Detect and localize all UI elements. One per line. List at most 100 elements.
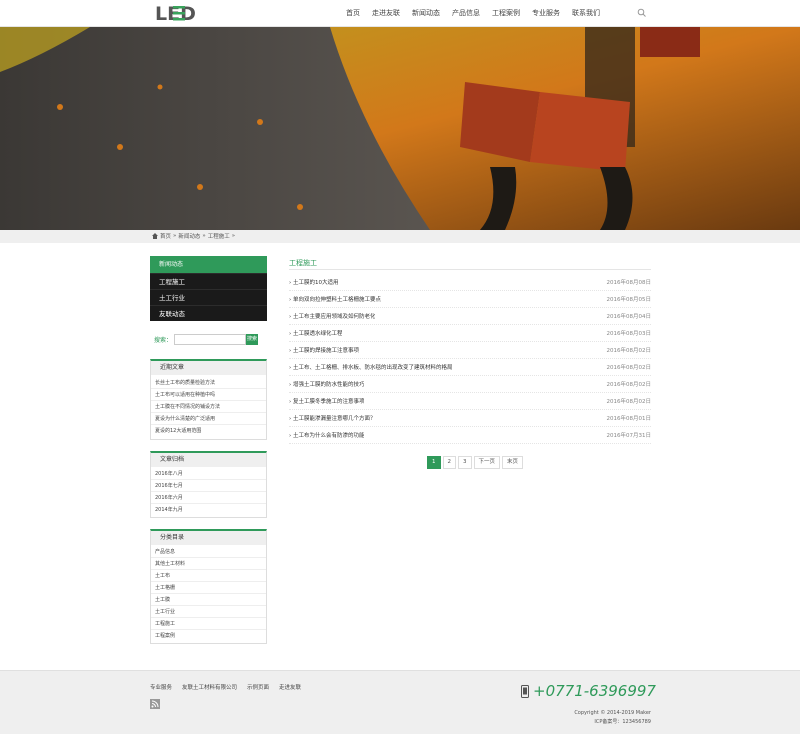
- list-item[interactable]: 工程案例: [151, 630, 266, 642]
- nav-services[interactable]: 专业服务: [526, 0, 566, 27]
- post-title[interactable]: 土工膜能渗漏量注意哪几个方面？: [293, 416, 376, 422]
- widget-title: 分类目录: [151, 531, 266, 545]
- post-date: 2016年08月05日: [606, 297, 652, 303]
- search-button[interactable]: 搜索: [246, 333, 259, 345]
- phone-number: +0771-6396997: [521, 682, 656, 700]
- last-page-button[interactable]: 末页: [502, 456, 524, 469]
- list-item[interactable]: 2014年九月: [151, 504, 266, 516]
- main-nav: 首页 走进友联 新闻动态 产品信息 工程案例 专业服务 联系我们: [340, 0, 606, 27]
- sidebar-nav: 新闻动态 工程施工 土工行业 友联动态: [150, 256, 267, 321]
- archives-widget: 文章归档 2016年八月 2016年七月 2016年六月 2014年九月: [150, 451, 267, 518]
- post-date: 2016年08月02日: [606, 365, 652, 371]
- list-item[interactable]: 2016年七月: [151, 480, 266, 492]
- breadcrumb-separator: »: [202, 233, 206, 239]
- list-item[interactable]: › 土工布为什么会有防渗的功能 2016年07月31日: [289, 427, 651, 444]
- home-icon: [152, 233, 158, 239]
- post-title[interactable]: 土工膜的焊接施工注意事项: [293, 348, 359, 354]
- list-item[interactable]: › 复土工膜冬季施工的注意事项 2016年08月02日: [289, 393, 651, 410]
- post-date: 2016年08月03日: [606, 331, 652, 337]
- breadcrumb: 首页» 新闻动态» 工程施工»: [152, 232, 235, 240]
- list-item[interactable]: 产品信息: [151, 546, 266, 558]
- list-item[interactable]: 土工布: [151, 570, 266, 582]
- post-title[interactable]: 增强土工膜的防水性能的技巧: [293, 382, 365, 388]
- list-item[interactable]: › 土工膜能渗漏量注意哪几个方面？ 2016年08月01日: [289, 410, 651, 427]
- next-page-button[interactable]: 下一页: [473, 456, 501, 469]
- list-item[interactable]: 土工行业: [151, 606, 266, 618]
- breadcrumb-separator: »: [173, 233, 177, 239]
- phone-icon: [521, 684, 529, 698]
- post-title[interactable]: 单向双向拉伸塑料土工格栅施工要点: [293, 297, 381, 303]
- post-date: 2016年07月31日: [606, 433, 652, 439]
- post-date: 2016年08月04日: [606, 314, 652, 320]
- post-date: 2016年08月02日: [606, 348, 652, 354]
- list-item[interactable]: › 土工布主要应用领域及如何防老化 2016年08月04日: [289, 308, 651, 325]
- site-logo[interactable]: LED: [155, 3, 211, 23]
- widget-title: 文章归档: [151, 453, 266, 467]
- list-item[interactable]: › 土工膜的10大适用 2016年08月08日: [289, 274, 651, 291]
- list-item[interactable]: 2016年八月: [151, 468, 266, 480]
- list-item[interactable]: 土工格栅: [151, 582, 266, 594]
- list-item[interactable]: 土工膜: [151, 594, 266, 606]
- search-input[interactable]: [174, 333, 247, 345]
- post-title[interactable]: 土工布为什么会有防渗的功能: [293, 433, 365, 439]
- banner-image: [0, 27, 800, 230]
- list-item[interactable]: › 土工布、土工格栅、排水板、防水毯的出现改变了建筑材料的格局 2016年08月0…: [289, 359, 651, 376]
- post-date: 2016年08月08日: [606, 280, 652, 286]
- nav-products[interactable]: 产品信息: [446, 0, 486, 27]
- search-icon[interactable]: [637, 8, 647, 18]
- post-title[interactable]: 土工膜的10大适用: [293, 280, 339, 286]
- nav-about[interactable]: 走进友联: [366, 0, 406, 27]
- sidebar-item-company-news[interactable]: 友联动态: [150, 305, 267, 321]
- list-item[interactable]: › 土工膜的焊接施工注意事项 2016年08月02日: [289, 342, 651, 359]
- post-title[interactable]: 土工布、土工格栅、排水板、防水毯的出现改变了建筑材料的格局: [293, 365, 453, 371]
- list-item[interactable]: 其他土工材料: [151, 558, 266, 570]
- search-label: 搜索：: [154, 336, 173, 344]
- list-item[interactable]: 2016年六月: [151, 492, 266, 504]
- breadcrumb-bar: 首页» 新闻动态» 工程施工»: [0, 230, 800, 243]
- rss-icon[interactable]: [150, 699, 160, 709]
- icp-text: ICP备案号：123456789: [594, 719, 651, 725]
- sidebar-nav-title: 新闻动态: [150, 256, 267, 273]
- site-footer: 专业服务 友联土工材料有限公司 示例页面 走进友联 +0771-6396997 …: [0, 670, 800, 734]
- breadcrumb-home[interactable]: 首页: [160, 232, 171, 240]
- sidebar: 新闻动态 工程施工 土工行业 友联动态 搜索： 搜索 近期文章 长丝土工布的质量…: [150, 256, 267, 644]
- list-item[interactable]: › 土工膜透水绿化工程 2016年08月03日: [289, 325, 651, 342]
- list-item[interactable]: 夏设的12大适用范围: [151, 425, 266, 437]
- list-item[interactable]: 长丝土工布的质量检验方法: [151, 377, 266, 389]
- categories-widget: 分类目录 产品信息 其他土工材料 土工布 土工格栅 土工膜 土工行业 工程施工 …: [150, 529, 267, 644]
- footer-link-services[interactable]: 专业服务: [150, 683, 172, 691]
- footer-link-sample[interactable]: 示例页面: [247, 683, 269, 691]
- site-header: LED 首页 走进友联 新闻动态 产品信息 工程案例 专业服务 联系我们: [0, 0, 800, 27]
- phone-text: +0771-6396997: [533, 682, 656, 700]
- post-title[interactable]: 土工膜透水绿化工程: [293, 331, 343, 337]
- footer-link-company[interactable]: 友联土工材料有限公司: [182, 683, 237, 691]
- page-title: 工程施工: [289, 256, 651, 270]
- page-3-button[interactable]: 3: [458, 456, 472, 469]
- post-date: 2016年08月02日: [606, 399, 652, 405]
- footer-link-about[interactable]: 走进友联: [279, 683, 301, 691]
- post-list: 工程施工 › 土工膜的10大适用 2016年08月08日 › 单向双向拉伸塑料土工…: [289, 256, 651, 444]
- page-1-button[interactable]: 1: [427, 456, 441, 469]
- widget-title: 近期文章: [151, 361, 266, 375]
- nav-cases[interactable]: 工程案例: [486, 0, 526, 27]
- pagination: 1 2 3 下一页 末页: [427, 456, 524, 469]
- list-item[interactable]: 夏设为什么清楚的广泛适用: [151, 413, 266, 425]
- post-date: 2016年08月01日: [606, 416, 652, 422]
- sidebar-item-industry[interactable]: 土工行业: [150, 289, 267, 305]
- recent-posts-widget: 近期文章 长丝土工布的质量检验方法 土工布可以适用在种植中吗 土工膜在不同情况的…: [150, 359, 267, 440]
- nav-contact[interactable]: 联系我们: [566, 0, 606, 27]
- list-item[interactable]: 工程施工: [151, 618, 266, 630]
- sidebar-item-construction[interactable]: 工程施工: [150, 273, 267, 289]
- list-item[interactable]: › 增强土工膜的防水性能的技巧 2016年08月02日: [289, 376, 651, 393]
- post-date: 2016年08月02日: [606, 382, 652, 388]
- post-title[interactable]: 复土工膜冬季施工的注意事项: [293, 399, 365, 405]
- list-item[interactable]: 土工布可以适用在种植中吗: [151, 389, 266, 401]
- sidebar-search: 搜索： 搜索: [150, 331, 267, 347]
- list-item[interactable]: › 单向双向拉伸塑料土工格栅施工要点 2016年08月05日: [289, 291, 651, 308]
- list-item[interactable]: 土工膜在不同情况的铺设方法: [151, 401, 266, 413]
- page-2-button[interactable]: 2: [442, 456, 456, 469]
- breadcrumb-news[interactable]: 新闻动态: [178, 232, 200, 240]
- nav-home[interactable]: 首页: [340, 0, 366, 27]
- nav-news[interactable]: 新闻动态: [406, 0, 446, 27]
- post-title[interactable]: 土工布主要应用领域及如何防老化: [293, 314, 376, 320]
